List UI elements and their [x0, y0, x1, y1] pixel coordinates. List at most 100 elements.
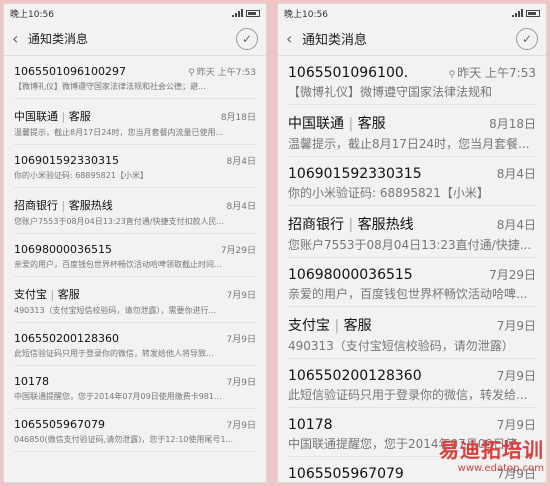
message-item[interactable]: 支付宝 | 客服 7月9日 490313（支付宝短信校验码，请勿泄露），需要你进行.… [14, 277, 256, 323]
message-sender: 10698000036515 [14, 243, 112, 256]
message-header-row: 106901592330315 8月4日 [14, 154, 256, 167]
message-header-row: 10178 7月9日 [14, 375, 256, 388]
message-item[interactable]: 中国联通 | 客服 8月18日温馨提示，截止8月17日24时，您当月套餐内流量已使… [14, 99, 256, 145]
sender-separator: | [47, 288, 58, 301]
message-preview: 【微博礼仪】微博遵守国家法律法规和社会公德；避... [14, 82, 206, 91]
sender-name: 106550200128360 [14, 332, 119, 345]
sender-name: 1065505967079 [14, 418, 105, 431]
message-header-row: 10698000036515 7月29日 [288, 266, 536, 283]
message-item[interactable]: 106901592330315 8月4日你的小米验证码: 68895821【小米】 [14, 145, 256, 188]
message-item[interactable]: 106550200128360 7月9日 此短信验证码只用于登录你的微信，转发给..… [288, 359, 536, 408]
message-time-wrap: 7月9日 [227, 375, 256, 388]
message-time: 8月18日 [220, 113, 256, 123]
message-header-row: 1065501096100297 ⚲ 昨天 上午7:53 [14, 65, 256, 78]
message-time: 7月9日 [226, 291, 256, 301]
message-sender: 招商银行 | 客服热线 [14, 197, 113, 213]
phone-screen-right: 晚上10:56 ‹ 通知类消息 ✓ 1065501096100. ⚲ 昨天 上午7:… [277, 3, 547, 483]
message-item[interactable]: 1065501096100. ⚲ 昨天 上午7:53 【微博礼仪】微博遵守国家法律法规… [288, 56, 536, 105]
sender-name: 106901592330315 [288, 166, 422, 182]
watermark-url: www.edatop.com [457, 463, 544, 474]
message-preview: 您账户7553于08月04日13:23直付通/快捷支付扣款人民... [14, 217, 225, 226]
message-header-row: 支付宝 | 客服 7月9日 [288, 315, 536, 335]
sender-tag: 客服 [343, 318, 372, 334]
message-time: 7月9日 [226, 378, 256, 388]
sender-name: 招商银行 [14, 199, 58, 212]
battery-icon [526, 9, 540, 17]
message-time: 8月4日 [226, 157, 256, 167]
message-item[interactable]: 106550200128360 7月9日 此短信验证码只用于登录你的微信，转发给他人… [14, 323, 256, 366]
message-time: 8月4日 [496, 167, 536, 181]
message-header-row: 招商银行 | 客服热线 8月4日 [288, 214, 536, 234]
sender-name: 106550200128360 [288, 368, 422, 384]
message-item[interactable]: 10178 7月9日 中国联通提醒您，您于2014年07月09日使用缴费卡981..… [14, 366, 256, 409]
check-icon[interactable]: ✓ [236, 27, 258, 50]
back-icon[interactable]: ‹ [286, 29, 302, 48]
status-icons [512, 9, 540, 17]
sender-separator: | [344, 217, 358, 233]
message-time-wrap: 7月9日 [227, 332, 256, 345]
status-bar: 晚上10:56 [278, 4, 546, 22]
message-sender: 1065505967079 [288, 466, 404, 482]
message-item[interactable]: 中国联通 | 客服 8月18日 温馨提示，截止8月17日24时，您当月套餐... [288, 105, 536, 157]
status-time: 晚上10:56 [284, 9, 328, 20]
message-header-row: 106550200128360 7月9日 [288, 367, 536, 384]
message-time-wrap: 7月9日 [227, 418, 256, 431]
message-preview: 你的小米验证码: 68895821【小米】 [14, 171, 148, 180]
message-item[interactable]: 10698000036515 7月29日 亲爱的用户，百度钱包世界杯畅饮活动哈啤..… [288, 258, 536, 307]
sender-name: 招商银行 [288, 217, 344, 233]
message-sender: 1065505967079 [14, 418, 105, 431]
message-sender: 1065501096100297 [14, 65, 126, 78]
message-item[interactable]: 10698000036515 7月29日 亲爱的用户，百度钱包世界杯畅饮活动哈啤领取… [14, 234, 256, 277]
message-sender: 106901592330315 [288, 166, 422, 182]
message-preview: 中国联通提醒您，您于2014年07月09日使用缴费卡981... [14, 392, 222, 401]
message-item[interactable]: 1065501096100297 ⚲ 昨天 上午7:53 【微博礼仪】微博遵守国家法律… [14, 56, 256, 99]
sender-name: 中国联通 [288, 116, 344, 132]
sender-tag: 客服热线 [357, 217, 414, 233]
message-preview: 490313（支付宝短信校验码，请勿泄露），需要你进行... [14, 306, 217, 315]
message-time-wrap: 7月29日 [489, 266, 536, 283]
status-bar: 晚上10:56 [4, 4, 266, 22]
message-preview: 你的小米验证码: 68895821【小米】 [288, 186, 489, 200]
back-icon[interactable]: ‹ [12, 29, 28, 48]
message-time-wrap: 7月9日 [227, 288, 256, 301]
app-header: ‹ 通知类消息 ✓ [278, 22, 546, 56]
message-item[interactable]: 招商银行 | 客服热线 8月4日 您账户7553于08月04日13:23直付通/快捷… [14, 188, 256, 234]
message-time-wrap: ⚲ 昨天 上午7:53 [449, 64, 536, 81]
message-sender: 106550200128360 [14, 332, 119, 345]
message-time-wrap: ⚲ 昨天 上午7:53 [188, 65, 256, 78]
sender-name: 支付宝 [14, 288, 47, 301]
check-icon[interactable]: ✓ [516, 27, 538, 50]
sender-separator: | [58, 199, 69, 212]
sender-name: 10178 [14, 375, 49, 388]
message-preview: 亲爱的用户，百度钱包世界杯畅饮活动哈啤领取截止时间... [14, 260, 222, 269]
message-preview: 温馨提示，截止8月17日24时，您当月套餐内流量已使用... [14, 128, 224, 137]
message-item[interactable]: 1065505967079 7月9日 046850(微信支付验证码,请勿泄露)，您于… [14, 409, 256, 452]
screenshot-stage: 晚上10:56 ‹ 通知类消息 ✓ 1065501096100297 ⚲ 昨天 上午… [0, 0, 550, 486]
message-time: 7月9日 [496, 418, 536, 432]
signal-icon [512, 9, 523, 17]
message-sender: 中国联通 | 客服 [288, 113, 386, 133]
message-time: 8月18日 [489, 117, 536, 131]
message-sender: 中国联通 | 客服 [14, 108, 91, 124]
phone-screen-left: 晚上10:56 ‹ 通知类消息 ✓ 1065501096100297 ⚲ 昨天 上午… [3, 3, 267, 483]
sender-separator: | [330, 318, 344, 334]
message-preview: 亲爱的用户，百度钱包世界杯畅饮活动哈啤... [288, 287, 528, 301]
message-time-wrap: 7月9日 [497, 317, 536, 334]
sender-separator: | [344, 116, 358, 132]
message-header-row: 支付宝 | 客服 7月9日 [14, 286, 256, 302]
watermark-logo: 易迪拓培训 [439, 438, 544, 462]
message-time-wrap: 7月9日 [497, 367, 536, 384]
message-item[interactable]: 支付宝 | 客服 7月9日 490313（支付宝短信校验码，请勿泄露） [288, 307, 536, 359]
message-header-row: 中国联通 | 客服 8月18日 [288, 113, 536, 133]
sender-name: 1065505967079 [288, 466, 404, 482]
attachment-icon: ⚲ [188, 68, 195, 78]
status-time: 晚上10:56 [10, 9, 54, 20]
message-time-wrap: 8月4日 [227, 199, 256, 212]
sender-tag: 客服热线 [68, 199, 113, 212]
message-item[interactable]: 招商银行 | 客服热线 8月4日 您账户7553于08月04日13:23直付通/快捷… [288, 206, 536, 258]
message-time: 昨天 上午7:53 [457, 66, 536, 80]
message-time-wrap: 8月18日 [221, 110, 256, 123]
message-time-wrap: 8月4日 [497, 165, 536, 182]
watermark: 易迪拓培训 www.edatop.com [439, 434, 544, 474]
message-item[interactable]: 106901592330315 8月4日 你的小米验证码: 68895821【小米】 [288, 157, 536, 206]
